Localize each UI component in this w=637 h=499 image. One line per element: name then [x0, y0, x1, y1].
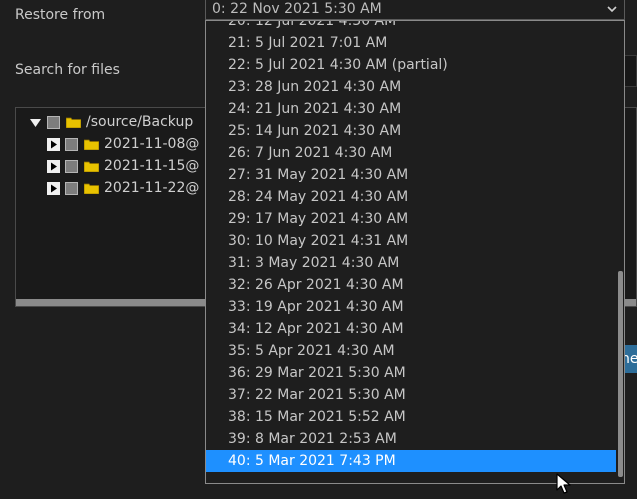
- collapsed-triangle-icon[interactable]: [47, 159, 60, 173]
- dropdown-option[interactable]: 35: 5 Apr 2021 4:30 AM: [206, 340, 616, 362]
- dropdown-option[interactable]: 25: 14 Jun 2021 4:30 AM: [206, 120, 616, 142]
- dropdown-option[interactable]: 27: 31 May 2021 4:30 AM: [206, 164, 616, 186]
- dropdown-option[interactable]: 24: 21 Jun 2021 4:30 AM: [206, 98, 616, 120]
- dropdown-option[interactable]: 34: 12 Apr 2021 4:30 AM: [206, 318, 616, 340]
- folder-icon: [84, 139, 99, 150]
- dropdown-option[interactable]: 33: 19 Apr 2021 4:30 AM: [206, 296, 616, 318]
- dropdown-option[interactable]: 37: 22 Mar 2021 5:30 AM: [206, 384, 616, 406]
- tree-node[interactable]: 2021-11-08@: [47, 135, 199, 153]
- folder-icon: [84, 161, 99, 172]
- restore-point-dropdown[interactable]: 20: 12 Jul 2021 4:30 AM 21: 5 Jul 2021 7:…: [205, 20, 625, 484]
- mouse-cursor-icon: [556, 473, 571, 494]
- dropdown-option[interactable]: 31: 3 May 2021 4:30 AM: [206, 252, 616, 274]
- dropdown-options: 20: 12 Jul 2021 4:30 AM 21: 5 Jul 2021 7:…: [206, 21, 616, 472]
- dropdown-option[interactable]: 38: 15 Mar 2021 5:52 AM: [206, 406, 616, 428]
- checkbox[interactable]: [65, 181, 78, 195]
- collapsed-triangle-icon[interactable]: [47, 181, 60, 195]
- dropdown-option[interactable]: 40: 5 Mar 2021 7:43 PM: [206, 450, 616, 472]
- dropdown-option[interactable]: 32: 26 Apr 2021 4:30 AM: [206, 274, 616, 296]
- dropdown-option[interactable]: 23: 28 Jun 2021 4:30 AM: [206, 76, 616, 98]
- dropdown-option[interactable]: 36: 29 Mar 2021 5:30 AM: [206, 362, 616, 384]
- tree-node[interactable]: 2021-11-22@: [47, 179, 199, 197]
- dropdown-option[interactable]: 26: 7 Jun 2021 4:30 AM: [206, 142, 616, 164]
- folder-icon: [84, 183, 99, 194]
- expanded-triangle-icon[interactable]: [29, 116, 42, 129]
- dropdown-option[interactable]: 22: 5 Jul 2021 4:30 AM (partial): [206, 54, 616, 76]
- dropdown-option[interactable]: 21: 5 Jul 2021 7:01 AM: [206, 32, 616, 54]
- search-for-files-label: Search for files: [15, 62, 120, 78]
- collapsed-triangle-icon[interactable]: [47, 137, 60, 151]
- restore-from-label: Restore from: [15, 7, 106, 23]
- vertical-scrollbar[interactable]: [618, 271, 623, 477]
- dropdown-option[interactable]: 30: 10 May 2021 4:31 AM: [206, 230, 616, 252]
- tree-node-root[interactable]: /source/Backup: [29, 113, 193, 131]
- restore-from-select[interactable]: 0: 22 Nov 2021 5:30 AM: [205, 0, 625, 20]
- checkbox[interactable]: [47, 115, 60, 129]
- tree-node[interactable]: 2021-11-15@: [47, 157, 199, 175]
- checkbox[interactable]: [65, 159, 78, 173]
- tree-node-label: /source/Backup: [86, 114, 194, 130]
- chevron-down-icon: [607, 6, 617, 13]
- dropdown-option[interactable]: 28: 24 May 2021 4:30 AM: [206, 186, 616, 208]
- tree-node-label: 2021-11-08@: [104, 136, 200, 152]
- folder-icon: [66, 117, 81, 128]
- dropdown-option[interactable]: 20: 12 Jul 2021 4:30 AM: [206, 21, 616, 32]
- dropdown-option[interactable]: 29: 17 May 2021 4:30 AM: [206, 208, 616, 230]
- checkbox[interactable]: [65, 137, 78, 151]
- select-value: 0: 22 Nov 2021 5:30 AM: [212, 1, 382, 17]
- tree-node-label: 2021-11-22@: [104, 180, 200, 196]
- tree-node-label: 2021-11-15@: [104, 158, 200, 174]
- dropdown-option[interactable]: 39: 8 Mar 2021 2:53 AM: [206, 428, 616, 450]
